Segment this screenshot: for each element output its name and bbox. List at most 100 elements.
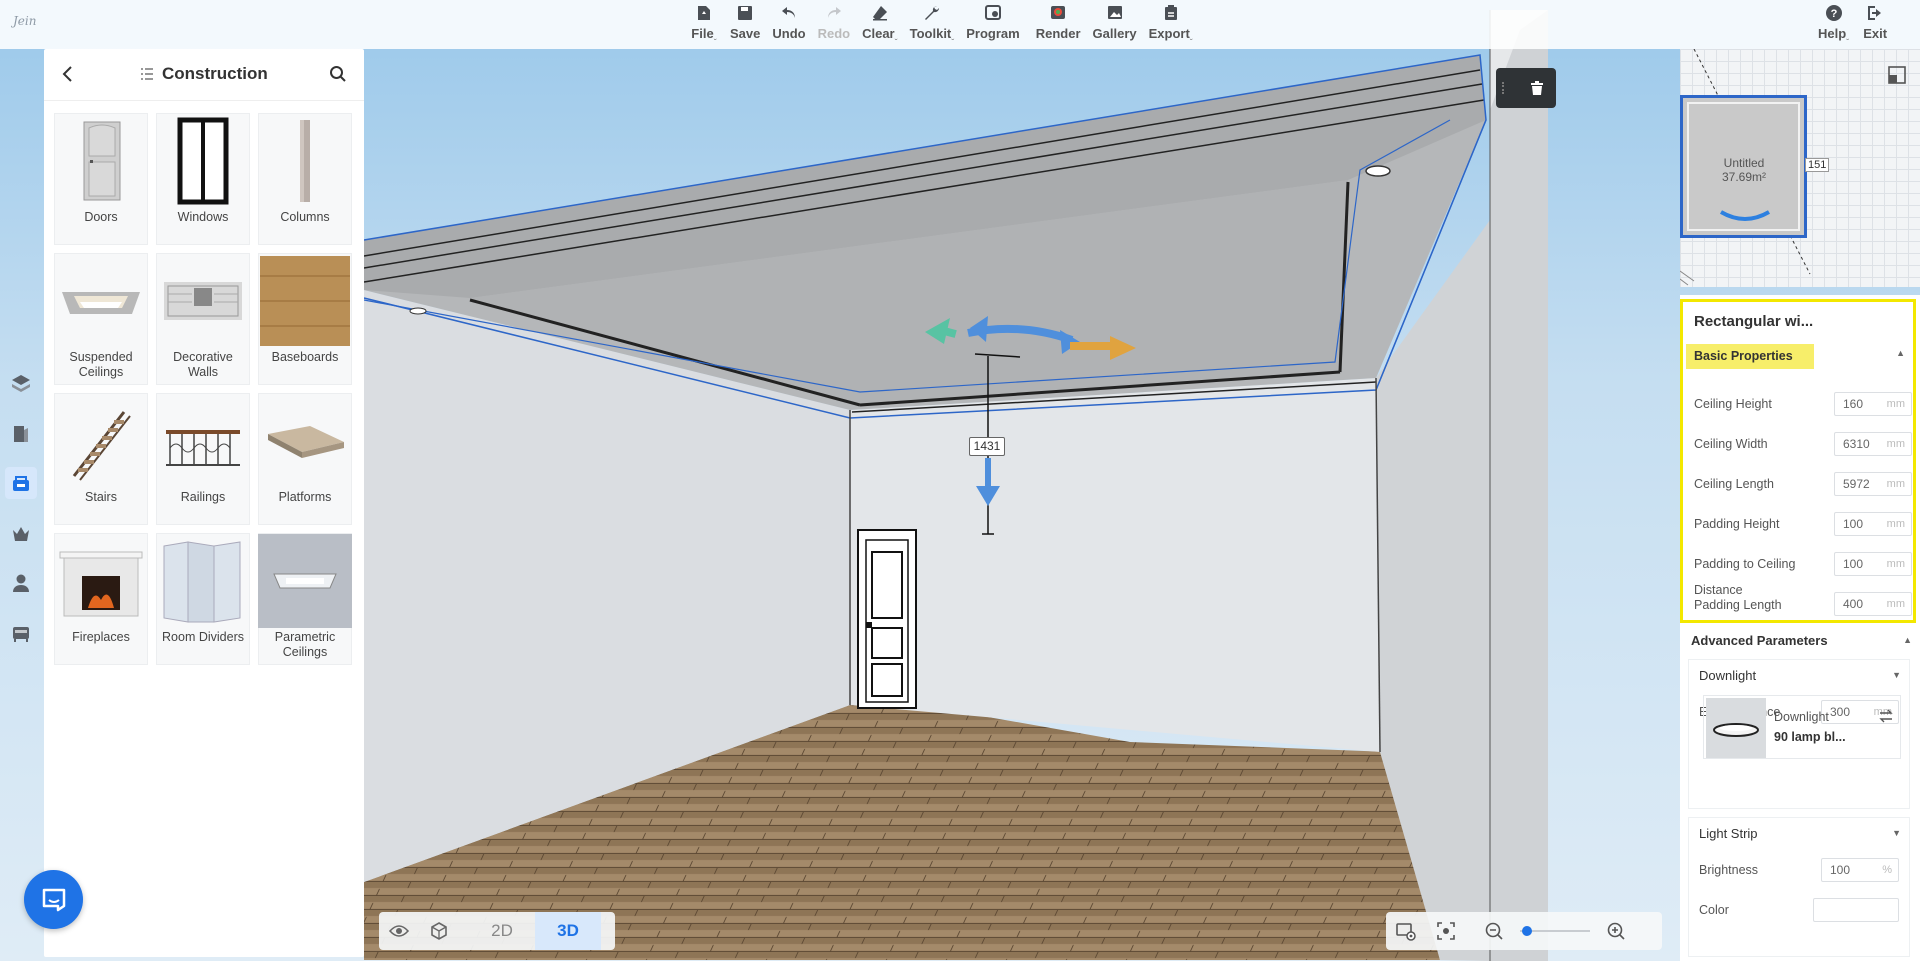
suspended-ceiling-icon: [62, 292, 140, 314]
downlight-model-card[interactable]: Downlight 90 lamp bl...: [1703, 695, 1901, 759]
zoom-in-icon: [1607, 922, 1625, 940]
downlight-header[interactable]: Downlight: [1699, 668, 1756, 683]
render-icon: [1051, 6, 1066, 19]
catalog-item-railings[interactable]: Railings: [156, 393, 250, 525]
swap-icon[interactable]: [1878, 708, 1894, 724]
catalog-item-stairs[interactable]: Stairs: [54, 393, 148, 525]
rail-crown[interactable]: [5, 517, 37, 549]
distance-padding-length-input[interactable]: 400 mm: [1834, 592, 1912, 616]
basic-properties-highlight: Rectangular wi... Basic Properties ▲ Cei…: [1680, 299, 1916, 623]
catalog-item-room-dividers[interactable]: Room Dividers: [156, 533, 250, 665]
rail-layers[interactable]: [5, 367, 37, 399]
advanced-parameters-header[interactable]: Advanced Parameters: [1691, 633, 1828, 648]
catalog-grid: Doors Windows Columns Suspended Ceilings…: [54, 113, 352, 665]
undo-button[interactable]: Undo: [766, 4, 811, 41]
focus-button[interactable]: [1426, 912, 1466, 950]
toolkit-button[interactable]: Toolkitˬ: [904, 4, 961, 41]
cube-icon: [431, 922, 447, 940]
camera-settings-button[interactable]: [1386, 912, 1426, 950]
help-button[interactable]: ? Helpˬ: [1812, 4, 1855, 41]
left-rail: [0, 49, 42, 961]
floorplan-minimap[interactable]: Untitled 37.69m² 151: [1680, 49, 1920, 287]
fireplace-icon: [59, 551, 143, 617]
catalog-item-doors[interactable]: Doors: [54, 113, 148, 245]
collapse-caret-icon[interactable]: ▲: [1896, 348, 1905, 358]
rail-user[interactable]: [5, 567, 37, 599]
minimap-dimension-label[interactable]: 151: [1805, 158, 1830, 172]
furniture-icon: [13, 627, 29, 642]
ceiling-length-row: Ceiling Length 5972 mm: [1694, 472, 1912, 496]
file-button[interactable]: Fileˬ: [684, 4, 724, 41]
catalog-item-platforms[interactable]: Platforms: [258, 393, 352, 525]
padding-to-ceiling-row: Padding to Ceiling 100 mm: [1694, 552, 1912, 576]
baseboard-icon: [260, 256, 350, 346]
clear-button[interactable]: Clearˬ: [856, 4, 904, 41]
eye-icon: [388, 925, 410, 937]
catalog-item-windows[interactable]: Windows: [156, 113, 250, 245]
construction-icon: [13, 476, 29, 491]
light-strip-header[interactable]: Light Strip: [1699, 826, 1758, 841]
render-button[interactable]: Render: [1030, 4, 1087, 41]
color-row: Color: [1699, 898, 1899, 922]
room-icon: [14, 426, 28, 442]
dropdown-caret-icon[interactable]: ▼: [1892, 828, 1901, 838]
app-logo[interactable]: Jein: [13, 14, 36, 28]
catalog-item-columns[interactable]: Columns: [258, 113, 352, 245]
trash-icon[interactable]: [1528, 79, 1546, 97]
ceiling-length-input[interactable]: 5972 mm: [1834, 472, 1912, 496]
mode-3d-button[interactable]: 3D: [535, 912, 601, 950]
save-button[interactable]: Save: [724, 4, 766, 41]
zoom-slider-knob[interactable]: [1522, 926, 1532, 936]
zoom-out-button[interactable]: [1474, 912, 1514, 950]
user-icon: [13, 574, 29, 592]
catalog-item-decorative-walls[interactable]: Decorative Walls: [156, 253, 250, 385]
mode-2d-button[interactable]: 2D: [469, 912, 535, 950]
decorative-wall-icon: [164, 282, 242, 320]
cube-view-button[interactable]: [419, 912, 459, 950]
visibility-button[interactable]: [379, 912, 419, 950]
zoom-out-icon: [1485, 922, 1503, 940]
ceiling-width-row: Ceiling Width 6310 mm: [1694, 432, 1912, 456]
door-object: [857, 529, 917, 709]
list-icon: [141, 68, 153, 80]
catalog-item-suspended-ceilings[interactable]: Suspended Ceilings: [54, 253, 148, 385]
program-button[interactable]: Program: [960, 4, 1025, 41]
catalog-item-parametric-ceilings[interactable]: Parametric Ceilings: [258, 533, 352, 665]
brightness-row: Brightness 100%: [1699, 858, 1899, 882]
back-arrow-icon[interactable]: [58, 64, 78, 84]
search-icon[interactable]: [328, 64, 348, 84]
zoom-controls: [1386, 912, 1662, 950]
catalog-item-fireplaces[interactable]: Fireplaces: [54, 533, 148, 665]
stairs-icon: [72, 411, 131, 481]
minimap-room[interactable]: Untitled 37.69m²: [1680, 95, 1807, 238]
padding-to-ceiling-input[interactable]: 100 mm: [1834, 552, 1912, 576]
basic-properties-header[interactable]: Basic Properties: [1686, 344, 1814, 369]
export-button[interactable]: Exportˬ: [1143, 4, 1199, 41]
ceiling-width-input[interactable]: 6310 mm: [1834, 432, 1912, 456]
rail-construction[interactable]: [5, 467, 37, 499]
exit-button[interactable]: Exit: [1855, 4, 1895, 41]
zoom-slider[interactable]: [1520, 926, 1590, 936]
catalog-item-baseboards[interactable]: Baseboards: [258, 253, 352, 385]
height-dimension-label[interactable]: 1431: [969, 437, 1005, 456]
drag-handle[interactable]: [1502, 82, 1506, 94]
room-divider-icon: [163, 541, 241, 623]
rail-room[interactable]: [5, 417, 37, 449]
gallery-button[interactable]: Gallery: [1087, 4, 1143, 41]
redo-button[interactable]: Redo: [812, 4, 857, 41]
object-action-popover[interactable]: [1496, 68, 1556, 108]
color-picker[interactable]: [1813, 898, 1899, 922]
ceiling-height-input[interactable]: 160 mm: [1834, 392, 1912, 416]
wall-pillar: [1490, 10, 1548, 961]
brightness-input[interactable]: 100%: [1821, 858, 1899, 882]
collapse-caret-icon[interactable]: ▲: [1903, 635, 1912, 645]
crown-icon: [13, 527, 29, 541]
zoom-in-button[interactable]: [1596, 912, 1636, 950]
chat-support-button[interactable]: [24, 870, 83, 929]
top-toolbar: Jein Fileˬ Save Undo Redo Clearˬ Toolkit…: [0, 0, 1920, 49]
camera-settings-icon: [1396, 923, 1416, 941]
padding-height-input[interactable]: 100 mm: [1834, 512, 1912, 536]
rail-furniture[interactable]: [5, 617, 37, 649]
dropdown-caret-icon[interactable]: ▼: [1892, 670, 1901, 680]
minimap-toggle-icon[interactable]: [1886, 64, 1908, 86]
